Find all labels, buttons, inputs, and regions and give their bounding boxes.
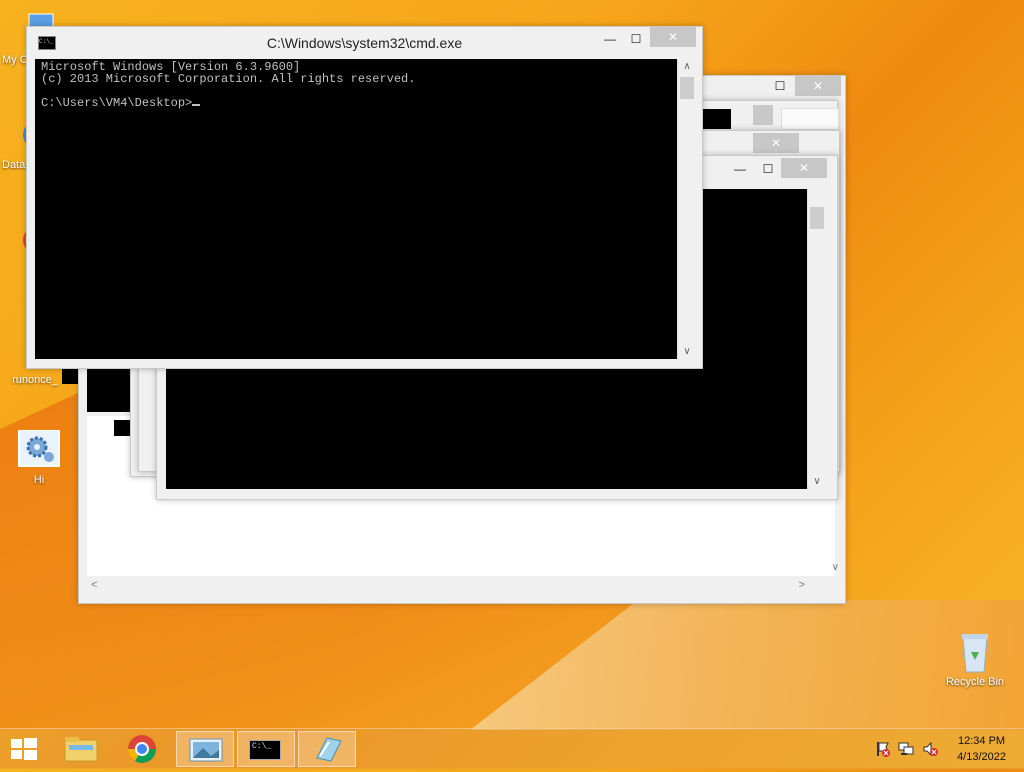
horizontal-scrollbar[interactable]: < > bbox=[87, 578, 827, 594]
close-button[interactable]: ✕ bbox=[795, 76, 841, 96]
network-icon[interactable] bbox=[898, 741, 914, 757]
taskbar: C:\_ 12:34 PM 4/13/2022 bbox=[0, 728, 1024, 769]
scroll-thumb[interactable] bbox=[753, 105, 773, 125]
maximize-button[interactable]: ☐ bbox=[623, 29, 649, 49]
windows-logo-icon bbox=[11, 738, 37, 760]
scroll-thumb[interactable] bbox=[680, 77, 694, 99]
taskbar-chrome[interactable] bbox=[115, 731, 169, 767]
vertical-scrollbar[interactable]: ∨ bbox=[807, 189, 826, 489]
vertical-scrollbar[interactable]: ∧ ∨ bbox=[677, 59, 696, 359]
cmd-window[interactable]: C:\_ C:\Windows\system32\cmd.exe — ☐ ✕ M… bbox=[26, 26, 703, 369]
picture-icon bbox=[189, 738, 223, 762]
recycle-bin-icon bbox=[953, 632, 997, 673]
notepad-icon bbox=[316, 737, 342, 762]
close-button[interactable]: ✕ bbox=[781, 158, 827, 178]
scroll-down-arrow[interactable]: ∨ bbox=[678, 346, 696, 357]
desktop-icon-hi[interactable]: Hi bbox=[4, 429, 74, 486]
system-clock[interactable]: 12:34 PM 4/13/2022 bbox=[957, 733, 1006, 765]
close-button[interactable]: ✕ bbox=[650, 27, 696, 47]
start-button[interactable] bbox=[0, 731, 48, 767]
settings-gear-icon bbox=[17, 429, 61, 470]
scroll-down-arrow[interactable]: ∨ bbox=[832, 562, 839, 573]
console-line: (c) 2013 Microsoft Corporation. All righ… bbox=[41, 72, 416, 86]
maximize-button[interactable]: ☐ bbox=[767, 76, 793, 96]
console-fragment bbox=[62, 368, 78, 384]
console-fragment bbox=[114, 420, 130, 436]
minimize-button[interactable]: — bbox=[597, 29, 623, 49]
taskbar-file-explorer[interactable] bbox=[54, 731, 108, 767]
window-titlebar[interactable]: C:\_ C:\Windows\system32\cmd.exe — ☐ ✕ bbox=[27, 27, 702, 57]
taskbar-image-viewer[interactable] bbox=[176, 731, 234, 767]
console-fragment bbox=[88, 368, 130, 410]
scroll-down-arrow[interactable]: ∨ bbox=[808, 476, 826, 487]
scroll-up-arrow[interactable]: ∧ bbox=[678, 61, 696, 72]
desktop-icon-recycle-bin[interactable]: Recycle Bin bbox=[940, 632, 1010, 688]
console-output[interactable]: Microsoft Windows [Version 6.3.9600] (c) … bbox=[35, 59, 677, 359]
action-center-flag-icon[interactable] bbox=[874, 741, 890, 757]
console-fragment bbox=[701, 109, 731, 129]
scroll-thumb[interactable] bbox=[810, 207, 824, 229]
clock-date: 4/13/2022 bbox=[957, 751, 1006, 763]
folder-icon bbox=[64, 737, 98, 762]
volume-muted-icon[interactable] bbox=[922, 741, 938, 757]
taskbar-cmd[interactable]: C:\_ bbox=[237, 731, 295, 767]
console-prompt-line: C:\Users\VM4\Desktop> bbox=[41, 97, 415, 109]
input-fragment bbox=[781, 108, 839, 130]
maximize-button[interactable]: ☐ bbox=[755, 159, 781, 179]
cmd-icon: C:\_ bbox=[249, 740, 281, 760]
scroll-left-arrow[interactable]: < bbox=[91, 579, 97, 591]
desktop-icon-label: Recycle Bin bbox=[945, 676, 1005, 688]
minimize-button[interactable]: — bbox=[727, 159, 753, 179]
scroll-right-arrow[interactable]: > bbox=[799, 579, 805, 591]
desktop-icon-label: runonce_ bbox=[12, 374, 58, 386]
desktop-icon-label: Hi bbox=[33, 474, 45, 486]
taskbar-notepad[interactable] bbox=[298, 731, 356, 767]
close-button[interactable]: ✕ bbox=[753, 133, 799, 153]
chrome-icon bbox=[128, 735, 156, 763]
console-prompt: C:\Users\VM4\Desktop> bbox=[41, 96, 193, 110]
clock-time: 12:34 PM bbox=[957, 735, 1006, 747]
text-cursor bbox=[192, 104, 201, 106]
console-text: Microsoft Windows [Version 6.3.9600] (c) … bbox=[41, 61, 415, 109]
